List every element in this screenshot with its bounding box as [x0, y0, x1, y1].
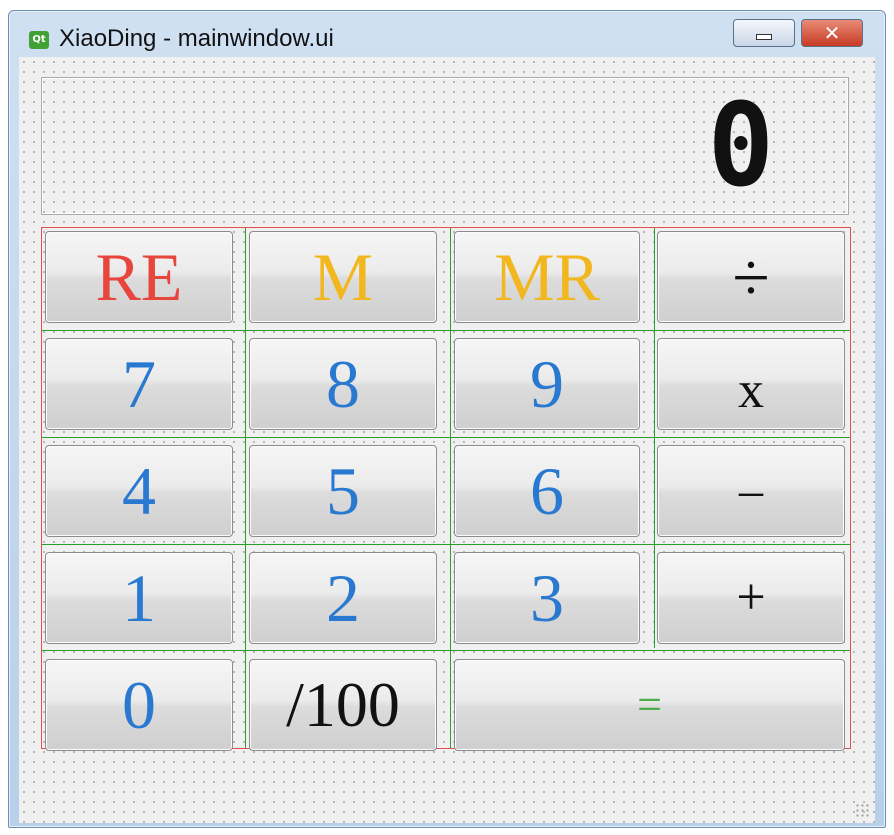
resize-grip-icon[interactable] [855, 803, 869, 817]
multiply-button[interactable]: x [657, 338, 845, 430]
digit-4-button[interactable]: 4 [45, 445, 233, 537]
plus-button[interactable]: + [657, 552, 845, 644]
close-button[interactable]: ✕ [801, 19, 863, 47]
grid-line [42, 330, 850, 331]
reset-button[interactable]: RE [45, 231, 233, 323]
grid-line [245, 228, 246, 748]
minimize-button[interactable] [733, 19, 795, 47]
divide-button[interactable]: ÷ [657, 231, 845, 323]
close-icon: ✕ [823, 21, 841, 45]
minimize-icon [756, 34, 772, 40]
grid-line [42, 437, 850, 438]
grid-line [42, 650, 850, 651]
grid-line [450, 228, 451, 748]
grid-line [42, 544, 850, 545]
lcd-display: 0 [41, 77, 849, 215]
digit-3-button[interactable]: 3 [454, 552, 640, 644]
divide-by-100-button[interactable]: /100 [249, 659, 437, 751]
digit-9-button[interactable]: 9 [454, 338, 640, 430]
digit-8-button[interactable]: 8 [249, 338, 437, 430]
title-bar[interactable]: Qt XiaoDing - mainwindow.ui ✕ [9, 11, 885, 57]
digit-6-button[interactable]: 6 [454, 445, 640, 537]
digit-7-button[interactable]: 7 [45, 338, 233, 430]
digit-0-button[interactable]: 0 [45, 659, 233, 751]
equals-button[interactable]: = [454, 659, 845, 751]
main-window: Qt XiaoDing - mainwindow.ui ✕ 0 RE M MR … [8, 10, 886, 828]
window-title: XiaoDing - mainwindow.ui [59, 25, 334, 52]
display-value: 0 [707, 77, 774, 213]
digit-5-button[interactable]: 5 [249, 445, 437, 537]
memory-store-button[interactable]: M [249, 231, 437, 323]
memory-recall-button[interactable]: MR [454, 231, 640, 323]
digit-2-button[interactable]: 2 [249, 552, 437, 644]
minus-button[interactable]: – [657, 445, 845, 537]
digit-1-button[interactable]: 1 [45, 552, 233, 644]
grid-line [654, 228, 655, 648]
form-canvas: 0 RE M MR ÷ 7 8 9 x 4 5 6 – 1 2 3 + 0 /1… [19, 57, 875, 823]
qt-app-icon: Qt [29, 31, 49, 49]
